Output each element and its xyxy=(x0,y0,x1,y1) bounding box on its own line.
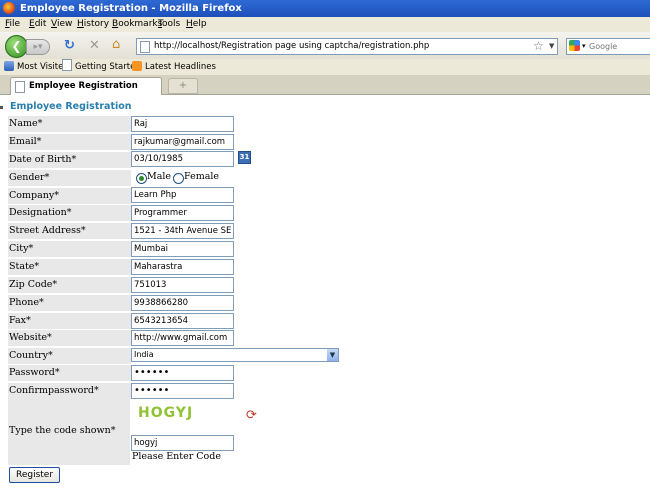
zip-code-field[interactable] xyxy=(131,277,234,293)
refresh-icon[interactable]: ⟳ xyxy=(246,409,257,422)
search-input[interactable] xyxy=(589,39,647,54)
designation-field[interactable] xyxy=(131,205,234,221)
bookmarks-toolbar: Most Visited Getting Started Latest Head… xyxy=(0,59,650,75)
gender-label: Gender* xyxy=(8,170,131,186)
page-icon xyxy=(15,81,25,93)
page-icon xyxy=(140,41,150,53)
menu-bookmarks[interactable]: Bookmarks xyxy=(112,17,162,32)
stop-icon[interactable]: ✕ xyxy=(89,39,100,53)
gender-male-label: Male xyxy=(147,171,172,182)
home-icon[interactable]: ⌂ xyxy=(112,38,120,52)
password-field[interactable] xyxy=(131,365,234,381)
tab-strip: Employee Registration + xyxy=(0,75,650,95)
calendar-icon[interactable]: 31 xyxy=(238,151,251,164)
state-field[interactable] xyxy=(131,259,234,275)
street-address-field[interactable] xyxy=(131,223,234,239)
dob-field[interactable] xyxy=(131,151,234,167)
name-label: Name* xyxy=(8,116,131,132)
menu-tools[interactable]: Tools xyxy=(158,17,180,32)
firefox-icon xyxy=(3,2,15,14)
url-input[interactable] xyxy=(154,39,514,54)
gender-male-radio[interactable] xyxy=(136,173,147,184)
captcha-hint: Please Enter Code xyxy=(132,451,221,462)
most-visited-icon xyxy=(4,61,14,71)
street-address-label: Street Address* xyxy=(8,223,131,239)
captcha-field[interactable] xyxy=(131,435,234,451)
phone-field[interactable] xyxy=(131,295,234,311)
form-heading: Employee Registration xyxy=(10,101,132,112)
country-select[interactable]: India ▼ xyxy=(131,348,339,362)
captcha-label-cell: Type the code shown* xyxy=(8,397,130,465)
rss-icon xyxy=(132,61,142,71)
confirm-password-field[interactable] xyxy=(131,383,234,399)
page-icon xyxy=(62,59,72,71)
zip-code-label: Zip Code* xyxy=(8,277,131,293)
forward-arrow-icon[interactable]: ▸▾ xyxy=(26,39,50,55)
reload-icon[interactable]: ↻ xyxy=(64,39,75,53)
country-label: Country* xyxy=(8,348,131,364)
bullet-marker xyxy=(0,106,3,109)
country-selected-value: India xyxy=(134,350,154,359)
company-field[interactable] xyxy=(131,187,234,203)
company-label: Company* xyxy=(8,188,131,204)
menu-view[interactable]: View xyxy=(51,17,72,32)
register-button[interactable]: Register xyxy=(9,467,60,483)
bookmark-most-visited[interactable]: Most Visited xyxy=(4,59,69,75)
gender-female-radio[interactable] xyxy=(173,173,184,184)
back-arrow-icon[interactable]: ❮ xyxy=(5,35,28,58)
url-dropdown-icon[interactable]: ▼ xyxy=(549,39,554,54)
gender-female-label: Female xyxy=(184,171,220,182)
password-label: Password* xyxy=(8,365,131,381)
menu-edit[interactable]: Edit xyxy=(29,17,46,32)
fax-field[interactable] xyxy=(131,313,234,329)
tab-employee-registration[interactable]: Employee Registration xyxy=(10,77,162,95)
search-engine-dropdown-icon[interactable]: ▾ xyxy=(582,39,586,54)
fax-label: Fax* xyxy=(8,313,131,329)
menu-history[interactable]: History xyxy=(77,17,109,32)
city-label: City* xyxy=(8,241,131,257)
website-label: Website* xyxy=(8,330,131,346)
captcha-image: HOGYJ xyxy=(138,405,194,421)
phone-label: Phone* xyxy=(8,295,131,311)
menu-help[interactable]: Help xyxy=(186,17,207,32)
email-field[interactable] xyxy=(131,134,234,150)
dob-label: Date of Birth* xyxy=(8,152,131,168)
name-field[interactable] xyxy=(131,116,234,132)
google-icon[interactable] xyxy=(569,40,580,51)
title-bar: Employee Registration - Mozilla Firefox xyxy=(0,0,650,17)
designation-label: Designation* xyxy=(8,205,131,221)
captcha-label: Type the code shown* xyxy=(9,425,116,436)
star-icon[interactable]: ☆ xyxy=(533,39,544,54)
navigation-bar: ❮ ▸▾ ↻ ✕ ⌂ ☆ ▼ ▾ xyxy=(0,32,650,59)
page-content: Employee Registration Name* Email* Date … xyxy=(0,95,650,493)
menu-bar: File Edit View History Bookmarks Tools H… xyxy=(0,17,650,32)
search-bar[interactable]: ▾ xyxy=(566,38,650,55)
chevron-down-icon[interactable]: ▼ xyxy=(327,349,338,361)
menu-file[interactable]: File xyxy=(5,17,20,32)
email-label: Email* xyxy=(8,134,131,150)
city-field[interactable] xyxy=(131,241,234,257)
bookmark-getting-started[interactable]: Getting Started xyxy=(62,59,141,75)
state-label: State* xyxy=(8,259,131,275)
bookmark-latest-headlines[interactable]: Latest Headlines xyxy=(132,59,216,75)
website-field[interactable] xyxy=(131,330,234,346)
url-bar[interactable]: ☆ ▼ xyxy=(136,38,558,55)
window-title: Employee Registration - Mozilla Firefox xyxy=(20,3,242,14)
new-tab-button[interactable]: + xyxy=(168,78,198,94)
